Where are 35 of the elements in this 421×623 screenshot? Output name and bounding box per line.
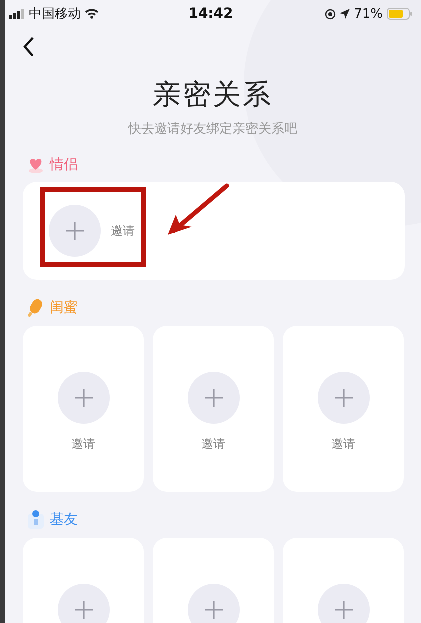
plus-icon <box>65 221 85 241</box>
add-button[interactable] <box>49 205 101 257</box>
invite-label[interactable]: 邀请 <box>72 436 96 453</box>
heart-icon <box>27 156 45 174</box>
add-button[interactable] <box>188 372 240 424</box>
location-icon <box>340 9 350 19</box>
battery-percent: 71% <box>354 6 383 22</box>
plus-icon <box>204 600 224 620</box>
signal-icon <box>9 9 25 19</box>
figure-icon <box>27 510 45 530</box>
plus-icon <box>334 600 354 620</box>
status-time: 14:42 <box>188 6 234 22</box>
battery-icon <box>386 8 413 20</box>
plus-icon <box>334 388 354 408</box>
wifi-icon <box>85 9 99 19</box>
back-button[interactable] <box>21 35 37 59</box>
invite-label[interactable]: 邀请 <box>332 436 356 453</box>
add-button[interactable] <box>318 372 370 424</box>
arrow <box>166 183 230 237</box>
plus-icon <box>74 388 94 408</box>
invite-label[interactable]: 邀请 <box>202 436 226 453</box>
plus-icon <box>204 388 224 408</box>
add-button[interactable] <box>58 584 110 623</box>
section-label: 闺蜜 <box>50 299 78 317</box>
lock-rotation-icon <box>325 8 336 20</box>
add-button[interactable] <box>188 584 240 623</box>
section-label: 基友 <box>50 511 78 529</box>
add-button[interactable] <box>58 372 110 424</box>
add-button[interactable] <box>318 584 370 623</box>
page-subtitle: 快去邀请好友绑定亲密关系吧 <box>127 121 298 138</box>
invite-label[interactable]: 邀请 <box>111 222 135 240</box>
plus-icon <box>74 600 94 620</box>
carrier: 中国移动 <box>29 6 81 23</box>
page-title: 亲密关系 <box>152 77 274 113</box>
section-label: 情侣 <box>50 156 78 174</box>
